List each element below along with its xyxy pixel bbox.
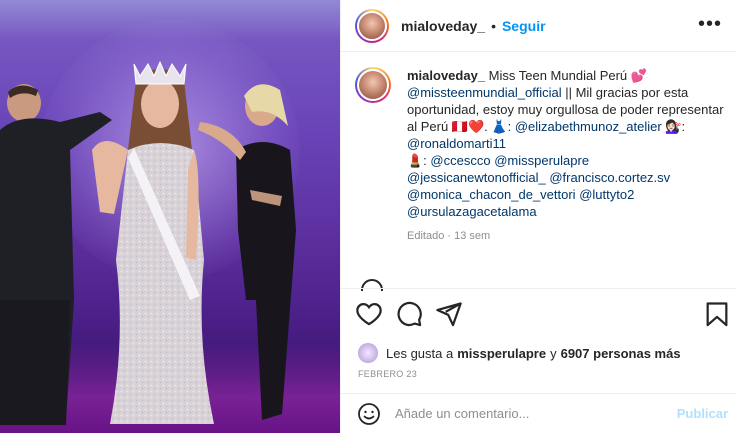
queen-figure — [92, 60, 214, 424]
woman-figure — [198, 84, 296, 420]
emoji-icon[interactable] — [357, 402, 381, 426]
caption-body: mialoveday_ Miss Teen Mundial Perú 💕 @mi… — [407, 67, 725, 245]
mention-link[interactable]: @ursulazagacetalama — [407, 204, 537, 219]
comment-input[interactable]: Añade un comentario... — [395, 406, 677, 421]
mention-link[interactable]: @francisco.cortez.sv — [549, 170, 670, 185]
follow-button[interactable]: Seguir — [502, 18, 546, 34]
author-avatar[interactable] — [355, 8, 389, 43]
mention-link[interactable]: @missteenmundial_official — [407, 85, 562, 100]
bookmark-icon[interactable] — [703, 300, 731, 328]
mention-link[interactable]: @ccescco — [430, 153, 490, 168]
likes-user[interactable]: missperulapre — [457, 346, 546, 361]
comment-bar: Añade un comentario... Publicar — [341, 394, 736, 433]
heart-icon[interactable] — [355, 300, 383, 328]
mention-link[interactable]: @monica_chacon_de_vettori — [407, 187, 576, 202]
man-figure — [0, 84, 112, 425]
caption-text: 💄: — [407, 153, 431, 168]
post-date[interactable]: FEBRERO 23 — [358, 369, 417, 379]
post-header: mialoveday_ • Seguir ••• — [341, 0, 736, 52]
more-horizontal-icon[interactable]: ••• — [698, 14, 722, 34]
panel-divider — [340, 0, 341, 433]
caption-text: 💇🏻‍♀️: — [661, 119, 686, 134]
post-photo[interactable] — [0, 0, 340, 433]
likes-summary: Les gusta a missperulapre y 6907 persona… — [358, 343, 685, 363]
caption-meta: Editado · 13 sem — [407, 230, 491, 242]
caption-avatar[interactable] — [355, 67, 391, 103]
post-caption: mialoveday_ Miss Teen Mundial Perú 💕 @mi… — [355, 67, 725, 245]
likes-prefix: Les gusta a — [386, 345, 454, 361]
actions-divider — [341, 288, 736, 289]
mention-link[interactable]: @missperulapre — [494, 153, 589, 168]
caption-username[interactable]: mialoveday_ — [407, 68, 485, 83]
mention-link[interactable]: @luttyto2 — [579, 187, 634, 202]
author-username[interactable]: mialoveday_ — [401, 18, 485, 34]
caption-line1: Miss Teen Mundial Perú 💕 — [485, 68, 647, 83]
photo-scene — [0, 60, 296, 425]
comment-avatar-partial — [361, 279, 383, 291]
likes-count[interactable]: 6907 personas más — [561, 346, 681, 361]
comment-icon[interactable] — [395, 300, 423, 328]
mention-link[interactable]: @jessicanewtonofficial_ — [407, 170, 546, 185]
likes-middle: y — [550, 345, 557, 361]
mention-link[interactable]: @elizabethmunoz_atelier — [515, 119, 662, 134]
post-actions — [355, 300, 728, 328]
share-icon[interactable] — [435, 300, 463, 328]
publish-button[interactable]: Publicar — [677, 406, 728, 421]
header-separator: • — [491, 17, 496, 34]
mention-link[interactable]: @ronaldomarti11 — [407, 136, 506, 151]
liker-avatar[interactable] — [358, 343, 378, 363]
